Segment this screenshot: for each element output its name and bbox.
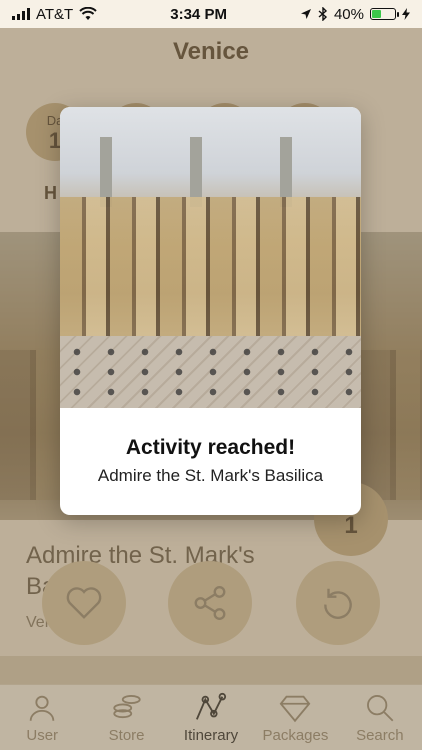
- battery-percent: 40%: [333, 5, 364, 23]
- clock: 3:34 PM: [170, 5, 227, 23]
- location-arrow-icon: [300, 9, 311, 19]
- dialog-title: Activity reached!: [125, 436, 296, 459]
- basilica-photo: [60, 107, 361, 408]
- wifi-icon: [79, 7, 97, 20]
- dialog-subtitle: Admire the St. Mark's Basilica: [97, 466, 324, 485]
- bluetooth-icon: [318, 7, 327, 21]
- carrier-label: AT&T: [36, 5, 74, 23]
- activity-reached-dialog[interactable]: Activity reached! Admire the St. Mark's …: [60, 107, 361, 515]
- signal-icon: [12, 8, 30, 20]
- charging-icon: [402, 8, 410, 20]
- battery-icon: [370, 8, 399, 20]
- status-bar: AT&T 3:34 PM 40%: [0, 0, 422, 28]
